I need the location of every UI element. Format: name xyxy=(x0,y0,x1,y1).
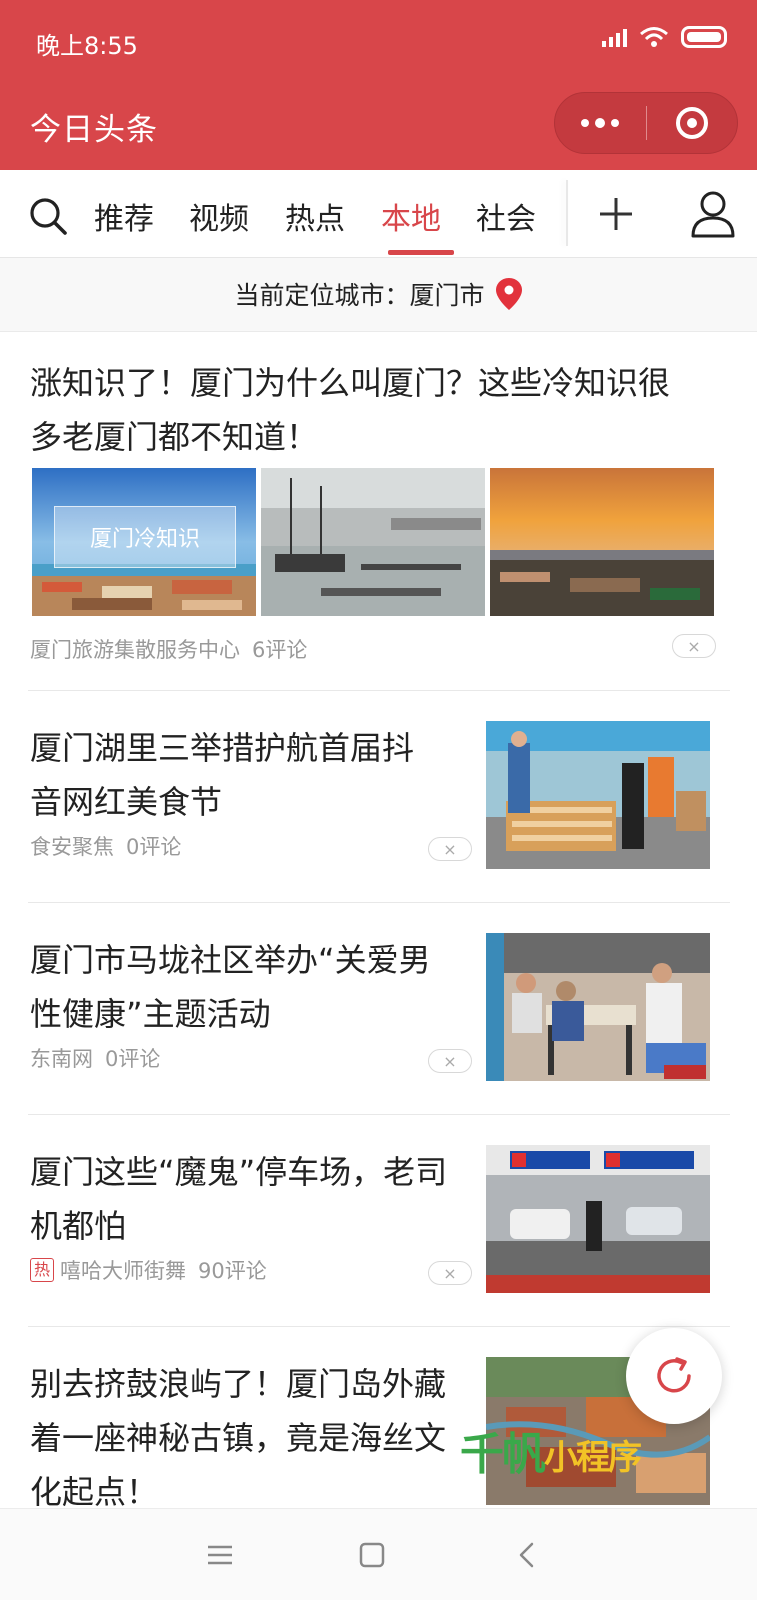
news-thumbnail xyxy=(486,721,710,869)
news-item[interactable]: 厦门市马垅社区举办“关爱男 性健康”主题活动 东南网 0评论 × xyxy=(0,903,757,1114)
user-icon[interactable] xyxy=(690,190,736,238)
active-tab-indicator xyxy=(388,250,454,255)
news-title: 厦门市马垅社区举办“关爱男 xyxy=(30,941,431,979)
news-comments: 6评论 xyxy=(252,638,308,662)
status-icons xyxy=(602,26,727,48)
news-title: 厦门这些“魔鬼”停车场，老司 xyxy=(30,1153,448,1191)
refresh-button[interactable] xyxy=(626,1328,722,1424)
watermark: 千帆小程序 xyxy=(460,1418,642,1482)
news-thumbnail xyxy=(490,468,714,616)
tab-hot[interactable]: 热点 xyxy=(285,194,345,258)
location-bar[interactable]: 当前定位城市：厦门市 xyxy=(0,258,757,332)
news-source: 食安聚焦 xyxy=(30,835,114,859)
hot-badge: 热 xyxy=(30,1258,55,1282)
news-item[interactable]: 涨知识了！厦门为什么叫厦门？这些冷知识很 多老厦门都不知道！ 厦门冷知识 厦门旅… xyxy=(0,332,757,690)
news-title: 厦门湖里三举措护航首届抖 xyxy=(30,729,415,767)
more-dots-icon[interactable] xyxy=(555,93,646,153)
news-thumbnail xyxy=(261,468,485,616)
status-time: 晚上8:55 xyxy=(36,32,138,60)
news-comments: 0评论 xyxy=(105,1047,161,1071)
status-bar: 晚上8:55 xyxy=(0,0,757,82)
app-title: 今日头条 xyxy=(30,112,158,148)
news-meta: 食安聚焦 0评论 xyxy=(30,831,181,861)
news-title: 音网红美食节 xyxy=(30,783,223,821)
news-meta: 东南网 0评论 xyxy=(30,1043,160,1073)
news-meta: 热 嘻哈大师街舞 90评论 xyxy=(30,1255,267,1285)
location-pin-icon xyxy=(495,278,522,310)
news-item[interactable]: 厦门湖里三举措护航首届抖 音网红美食节 食安聚焦 0评论 × xyxy=(0,691,757,902)
watermark-part2: 小程序 xyxy=(544,1438,642,1478)
back-icon[interactable] xyxy=(512,1539,544,1571)
target-close-icon[interactable] xyxy=(647,93,738,153)
news-thumbnail xyxy=(486,933,710,1081)
channel-separator xyxy=(566,180,568,246)
news-title: 多老厦门都不知道！ xyxy=(30,418,319,456)
dislike-button[interactable]: × xyxy=(672,634,716,658)
system-nav-bar xyxy=(0,1508,757,1600)
tab-video[interactable]: 视频 xyxy=(189,194,249,258)
tab-recommend[interactable]: 推荐 xyxy=(94,194,154,258)
location-text: 当前定位城市：厦门市 xyxy=(234,281,485,310)
refresh-icon xyxy=(657,1357,691,1393)
news-comments: 0评论 xyxy=(126,835,182,859)
mini-program-title-bar: 今日头条 xyxy=(0,82,757,170)
plus-icon[interactable] xyxy=(596,194,636,234)
mini-program-capsule xyxy=(554,92,738,154)
battery-icon xyxy=(681,26,727,48)
tab-society[interactable]: 社会 xyxy=(476,194,536,258)
news-meta: 厦门旅游集散服务中心 6评论 xyxy=(30,634,307,664)
news-thumbnail xyxy=(486,1145,710,1293)
menu-icon[interactable] xyxy=(204,1539,236,1571)
watermark-part1: 千帆 xyxy=(460,1429,546,1480)
dislike-button[interactable]: × xyxy=(428,837,472,861)
news-title: 性健康”主题活动 xyxy=(30,995,271,1033)
news-title: 化起点！ xyxy=(30,1473,159,1508)
news-source: 东南网 xyxy=(30,1047,93,1071)
news-source: 嘻哈大师街舞 xyxy=(60,1259,187,1283)
dislike-button[interactable]: × xyxy=(428,1049,472,1073)
news-thumbnail: 厦门冷知识 xyxy=(32,468,256,616)
dislike-button[interactable]: × xyxy=(428,1261,472,1285)
news-title: 别去挤鼓浪屿了！厦门岛外藏 xyxy=(30,1365,447,1403)
channel-bar: 推荐 视频 热点 本地 社会 xyxy=(0,170,757,258)
news-item[interactable]: 厦门这些“魔鬼”停车场，老司 机都怕 热 嘻哈大师街舞 90评论 × xyxy=(0,1115,757,1326)
tab-local[interactable]: 本地 xyxy=(381,194,441,258)
thumbnail-caption: 厦门冷知识 xyxy=(54,506,236,568)
news-title: 机都怕 xyxy=(30,1207,127,1245)
search-icon[interactable] xyxy=(28,196,68,236)
news-title: 涨知识了！厦门为什么叫厦门？这些冷知识很 xyxy=(30,364,671,402)
news-title: 着一座神秘古镇，竟是海丝文 xyxy=(30,1419,447,1457)
news-source: 厦门旅游集散服务中心 xyxy=(30,638,240,662)
news-comments: 90评论 xyxy=(198,1259,267,1283)
home-icon[interactable] xyxy=(356,1539,388,1571)
signal-icon xyxy=(602,27,627,47)
wifi-icon xyxy=(640,27,668,47)
